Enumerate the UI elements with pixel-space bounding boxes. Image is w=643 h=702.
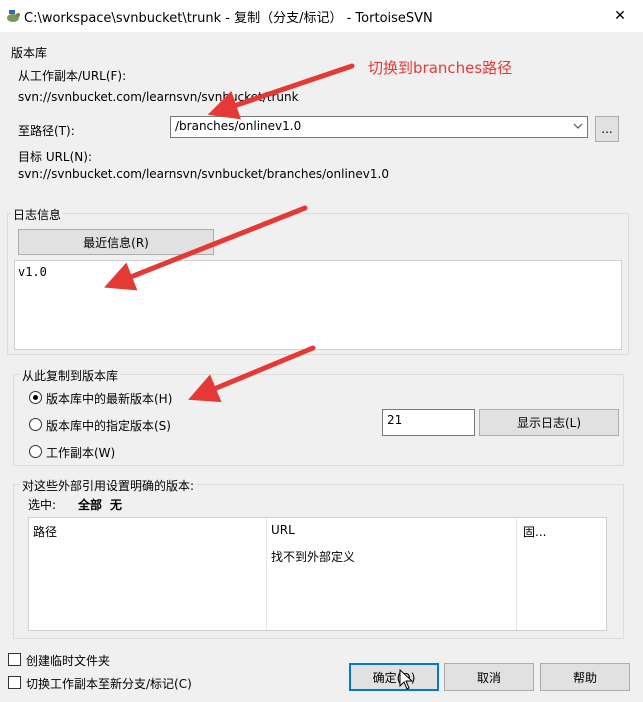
cancel-button[interactable]: 取消 — [444, 663, 534, 691]
log-message-textarea[interactable]: v1.0 — [14, 260, 622, 350]
target-url-value: svn://svnbucket.com/learnsvn/svnbucket/b… — [18, 167, 389, 181]
from-url-label: 从工作副本/URL(F): — [18, 69, 127, 83]
annotation-text: 切换到branches路径 — [368, 59, 513, 77]
mouse-cursor-icon — [399, 669, 414, 690]
select-none-link[interactable]: 无 — [110, 496, 122, 513]
radio-specific-revision[interactable] — [29, 418, 42, 431]
externals-group-label: 对这些外部引用设置明确的版本: — [20, 477, 197, 494]
close-button[interactable]: ✕ — [600, 2, 640, 30]
select-all-link[interactable]: 全部 — [78, 496, 102, 513]
chevron-down-icon[interactable] — [572, 119, 584, 133]
repository-group-label: 版本库 — [11, 46, 48, 60]
title-bar: C:\workspace\svnbucket\trunk - 复制（分支/标记）… — [0, 0, 643, 32]
empty-list-message: 找不到外部定义 — [271, 550, 356, 564]
switch-working-copy-checkbox[interactable] — [8, 676, 21, 689]
help-button[interactable]: 帮助 — [540, 663, 630, 691]
from-url-value: svn://svnbucket.com/learnsvn/svnbucket/t… — [18, 90, 299, 104]
show-log-button[interactable]: 显示日志(L) — [479, 409, 619, 436]
column-header-url[interactable]: URL — [271, 523, 295, 537]
ok-button[interactable]: 确定(O) — [349, 663, 439, 691]
close-icon: ✕ — [614, 8, 626, 24]
externals-list[interactable]: 路径 URL 固... 找不到外部定义 — [28, 517, 607, 631]
copy-from-group-label: 从此复制到版本库 — [20, 367, 121, 384]
create-temp-folder-label[interactable]: 创建临时文件夹 — [26, 652, 110, 669]
log-group-label: 日志信息 — [11, 206, 64, 223]
window-title: C:\workspace\svnbucket\trunk - 复制（分支/标记）… — [24, 11, 433, 26]
column-separator — [516, 518, 517, 630]
to-path-combobox[interactable]: /branches/onlinev1.0 — [170, 116, 588, 138]
column-header-path[interactable]: 路径 — [33, 523, 57, 540]
column-separator — [266, 518, 267, 630]
recent-messages-button[interactable]: 最近信息(R) — [18, 229, 214, 255]
revision-input[interactable]: 21 — [382, 409, 475, 436]
log-message-text: v1.0 — [18, 265, 47, 279]
to-path-label: 至路径(T): — [18, 124, 75, 138]
to-path-value: /branches/onlinev1.0 — [175, 119, 302, 133]
target-url-label: 目标 URL(N): — [18, 150, 93, 164]
select-label: 选中: — [28, 498, 57, 512]
tortoisesvn-icon — [7, 10, 20, 22]
radio-head-revision-label[interactable]: 版本库中的最新版本(H) — [46, 390, 172, 407]
column-header-peg[interactable]: 固... — [523, 523, 546, 540]
browse-button[interactable]: ... — [595, 116, 619, 142]
create-temp-folder-checkbox[interactable] — [8, 653, 21, 666]
radio-head-revision[interactable] — [29, 391, 42, 404]
radio-working-copy-label[interactable]: 工作副本(W) — [46, 444, 115, 461]
radio-working-copy[interactable] — [29, 445, 42, 458]
revision-value: 21 — [387, 413, 403, 427]
switch-working-copy-label[interactable]: 切换工作副本至新分支/标记(C) — [26, 675, 192, 692]
radio-specific-revision-label[interactable]: 版本库中的指定版本(S) — [46, 417, 171, 434]
